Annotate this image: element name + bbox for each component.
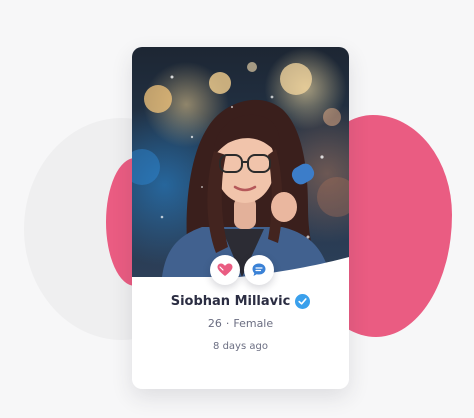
- profile-meta: 26 · Female: [132, 317, 349, 330]
- profile-card[interactable]: Siobhan Millavic 26 · Female 8 days ago: [132, 47, 349, 389]
- like-button[interactable]: [210, 255, 240, 285]
- heart-icon: [217, 263, 233, 276]
- profile-photo: [132, 47, 349, 277]
- photo-edge-curve: [132, 257, 349, 297]
- meta-separator: ·: [225, 317, 230, 330]
- profile-card-showcase: Siobhan Millavic 26 · Female 8 days ago: [0, 0, 474, 418]
- profile-gender: Female: [233, 317, 274, 330]
- chat-bubble-icon: [252, 263, 266, 276]
- chat-button[interactable]: [244, 255, 274, 285]
- profile-name: Siobhan Millavic: [170, 294, 291, 309]
- last-active: 8 days ago: [213, 341, 268, 352]
- name-row: Siobhan Millavic: [132, 294, 349, 309]
- verified-badge-icon: [295, 294, 311, 309]
- profile-age: 26: [207, 317, 222, 330]
